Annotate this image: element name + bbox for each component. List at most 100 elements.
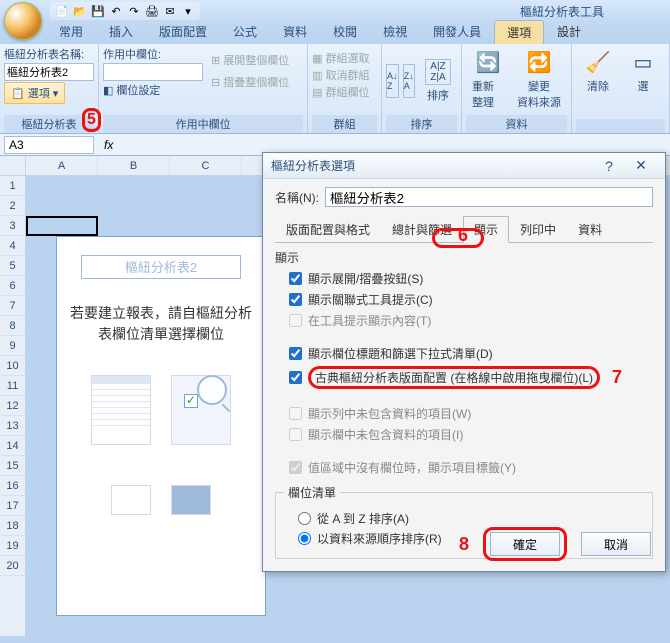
row-header[interactable]: 2 xyxy=(0,196,25,216)
pivot-options-button[interactable]: 📋 選項 ▾ xyxy=(4,82,65,104)
active-cell-a3[interactable] xyxy=(26,216,98,236)
qat-print-icon[interactable]: 🖨 xyxy=(144,3,160,19)
row-header[interactable]: 7 xyxy=(0,296,25,316)
row-header[interactable]: 4 xyxy=(0,236,25,256)
tab-formulas[interactable]: 公式 xyxy=(220,19,270,44)
row-header[interactable]: 12 xyxy=(0,396,25,416)
dialog-close-button[interactable]: ✕ xyxy=(625,157,657,174)
row-header[interactable]: 15 xyxy=(0,456,25,476)
office-button[interactable] xyxy=(4,2,42,40)
ungroup-button[interactable]: ▥取消群組 xyxy=(312,67,377,83)
row-header[interactable]: 1 xyxy=(0,176,25,196)
pivot-placeholder-text: 若要建立報表，請自樞紐分析 表欄位清單選擇欄位 xyxy=(69,303,253,345)
dialog-title: 樞紐分析表選項 xyxy=(271,157,355,174)
col-header[interactable]: B xyxy=(98,156,170,175)
dlg-tab-layout[interactable]: 版面配置與格式 xyxy=(275,216,381,243)
tab-design[interactable]: 設計 xyxy=(544,19,594,44)
pivot-options-label: 選項 xyxy=(28,85,50,101)
row-header[interactable]: 9 xyxy=(0,336,25,356)
dialog-name-input[interactable] xyxy=(325,187,653,207)
col-header[interactable]: C xyxy=(170,156,242,175)
group-label-active: 作用中欄位 xyxy=(103,115,303,133)
pivot-name-label: 樞紐分析表名稱: xyxy=(4,46,94,62)
active-field-label: 作用中欄位: xyxy=(103,46,203,62)
qat-mail-icon[interactable]: ✉ xyxy=(162,3,178,19)
clear-icon: 🧹 xyxy=(582,48,614,76)
display-section-title: 顯示 xyxy=(275,249,653,266)
dlg-tab-data[interactable]: 資料 xyxy=(567,216,613,243)
dialog-help-button[interactable]: ? xyxy=(593,158,625,174)
row-header[interactable]: 17 xyxy=(0,496,25,516)
select-button[interactable]: ▭ 選 xyxy=(621,46,665,119)
dlg-tab-totals[interactable]: 總計與篩選 xyxy=(381,216,463,243)
qat-new-icon[interactable]: 📄 xyxy=(54,3,70,19)
tab-data[interactable]: 資料 xyxy=(270,19,320,44)
row-header[interactable]: 16 xyxy=(0,476,25,496)
group-label-pivot: 樞紐分析表 xyxy=(4,115,94,133)
tab-developer[interactable]: 開發人員 xyxy=(420,19,494,44)
row-header[interactable]: 19 xyxy=(0,536,25,556)
ok-button[interactable]: 確定 xyxy=(490,532,560,556)
qat-redo-icon[interactable]: ↷ xyxy=(126,3,142,19)
chk-field-captions[interactable]: 顯示欄位標題和篩選下拉式清單(D) xyxy=(289,345,653,362)
chk-classic-layout-row[interactable]: 古典樞紐分析表版面配置 (在格線中啟用拖曳欄位)(L) 7 xyxy=(289,366,653,389)
pivot-name-input[interactable] xyxy=(4,63,94,81)
dlg-tab-display[interactable]: 顯示 xyxy=(463,216,509,243)
row-header[interactable]: 10 xyxy=(0,356,25,376)
pivot-illustration xyxy=(57,375,265,445)
fx-icon[interactable]: fx xyxy=(104,138,113,152)
cancel-button[interactable]: 取消 xyxy=(581,532,651,556)
row-header[interactable]: 20 xyxy=(0,556,25,576)
name-box[interactable]: A3 xyxy=(4,136,94,154)
ribbon-tabs: 常用 插入 版面配置 公式 資料 校閱 檢視 開發人員 選項 設計 xyxy=(0,22,670,44)
settings-icon: ◧ xyxy=(103,84,113,97)
sort-desc-button[interactable]: Z↓A xyxy=(403,64,415,98)
annotation-6: 6 xyxy=(458,225,468,246)
active-field-input[interactable] xyxy=(103,63,203,81)
refresh-button[interactable]: 🔄 重新整理 xyxy=(466,46,510,115)
col-header[interactable]: A xyxy=(26,156,98,175)
row-header[interactable]: 13 xyxy=(0,416,25,436)
group-selection-button[interactable]: ▦群組選取 xyxy=(312,50,377,66)
tab-options[interactable]: 選項 xyxy=(494,20,544,44)
ungroup-icon: ▥ xyxy=(312,69,322,82)
group-field-button[interactable]: ▤群組欄位 xyxy=(312,84,377,100)
expand-icon: ⊞ xyxy=(211,54,220,67)
chk-classic-layout[interactable] xyxy=(289,371,302,384)
chk-expand-buttons[interactable]: 顯示展開/摺疊按鈕(S) xyxy=(289,270,653,287)
chk-show-norow[interactable]: 顯示列中未包含資料的項目(W) xyxy=(289,405,653,422)
group-label-data: 資料 xyxy=(466,115,567,133)
tab-layout[interactable]: 版面配置 xyxy=(146,19,220,44)
chk-tooltip-content[interactable]: 在工具提示顯示內容(T) xyxy=(289,312,653,329)
row-header[interactable]: 18 xyxy=(0,516,25,536)
chk-contextual-tips[interactable]: 顯示關聯式工具提示(C) xyxy=(289,291,653,308)
dlg-tab-printing[interactable]: 列印中 xyxy=(509,216,567,243)
row-header[interactable]: 6 xyxy=(0,276,25,296)
row-header[interactable]: 14 xyxy=(0,436,25,456)
row-header[interactable]: 5 xyxy=(0,256,25,276)
clear-button[interactable]: 🧹 清除 xyxy=(576,46,620,119)
tab-home[interactable]: 常用 xyxy=(46,19,96,44)
qat-open-icon[interactable]: 📂 xyxy=(72,3,88,19)
qat-more-icon[interactable]: ▾ xyxy=(180,3,196,19)
groupfield-icon: ▤ xyxy=(312,86,322,99)
collapse-field-button[interactable]: ⊟ 摺疊整個欄位 xyxy=(211,74,289,90)
group-label-group: 群組 xyxy=(312,115,377,133)
sort-button[interactable]: A|ZZ|A 排序 xyxy=(419,57,457,105)
row-header[interactable]: 3 xyxy=(0,216,25,236)
group-label-sort: 排序 xyxy=(386,115,457,133)
chk-show-value-labels[interactable]: 值區域中沒有欄位時，顯示項目標籤(Y) xyxy=(289,459,653,476)
qat-save-icon[interactable]: 💾 xyxy=(90,3,106,19)
tab-view[interactable]: 檢視 xyxy=(370,19,420,44)
sort-asc-button[interactable]: A↓Z xyxy=(386,64,399,98)
expand-field-button[interactable]: ⊞ 展開整個欄位 xyxy=(211,52,289,68)
field-settings-button[interactable]: ◧ 欄位設定 xyxy=(103,82,203,98)
qat-undo-icon[interactable]: ↶ xyxy=(108,3,124,19)
row-header[interactable]: 11 xyxy=(0,376,25,396)
tab-review[interactable]: 校閱 xyxy=(320,19,370,44)
radio-az[interactable]: 從 A 到 Z 排序(A) xyxy=(298,510,644,527)
chk-show-nocol[interactable]: 顯示欄中未包含資料的項目(I) xyxy=(289,426,653,443)
row-header[interactable]: 8 xyxy=(0,316,25,336)
change-source-button[interactable]: 🔁 變更 資料來源 xyxy=(511,46,567,115)
tab-insert[interactable]: 插入 xyxy=(96,19,146,44)
